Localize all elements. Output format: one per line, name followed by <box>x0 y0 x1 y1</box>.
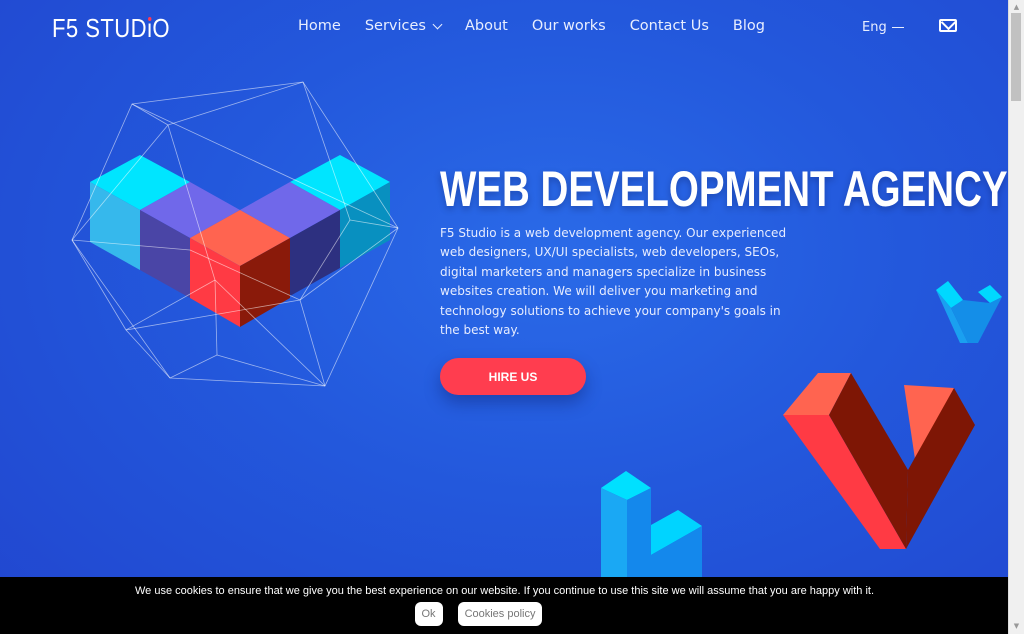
logo-dot-letter: i <box>147 13 153 43</box>
nav-blog[interactable]: Blog <box>733 18 765 34</box>
dash-icon <box>891 27 904 28</box>
cookie-message: We use cookies to ensure that we give yo… <box>134 585 875 597</box>
blue-l-illustration <box>601 471 702 577</box>
nav-about[interactable]: About <box>465 18 508 34</box>
logo[interactable]: F5 STUDiO <box>52 13 170 44</box>
vertical-scrollbar[interactable]: ▲ ▼ <box>1008 0 1024 634</box>
big-red-v-illustration <box>783 373 975 549</box>
hire-us-button[interactable]: HIRE US <box>440 358 586 395</box>
nav-contact-us[interactable]: Contact Us <box>630 18 709 34</box>
page-title: WEB DEVELOPMENT AGENCY <box>440 161 1008 217</box>
hero-description: F5 Studio is a web development agency. O… <box>440 226 787 338</box>
nav-home[interactable]: Home <box>298 18 341 34</box>
cube-v-illustration <box>90 155 390 327</box>
nav-our-works[interactable]: Our works <box>532 18 606 34</box>
language-switcher[interactable]: Eng <box>862 20 904 35</box>
envelope-icon[interactable] <box>939 19 957 32</box>
chevron-down-icon <box>432 19 443 29</box>
scroll-thumb[interactable] <box>1011 13 1021 101</box>
scroll-down-arrow-icon[interactable]: ▼ <box>1009 619 1024 634</box>
cookie-policy-button[interactable]: Cookies policy <box>457 602 543 626</box>
cookie-banner: We use cookies to ensure that we give yo… <box>0 577 1009 634</box>
cookie-ok-button[interactable]: Ok <box>414 602 443 626</box>
page: F5 STUDiO Home Services About Our works … <box>0 0 1009 634</box>
main-nav: Home Services About Our works Contact Us… <box>298 18 789 34</box>
nav-services[interactable]: Services <box>365 18 443 34</box>
small-blue-v-illustration <box>936 281 1002 343</box>
